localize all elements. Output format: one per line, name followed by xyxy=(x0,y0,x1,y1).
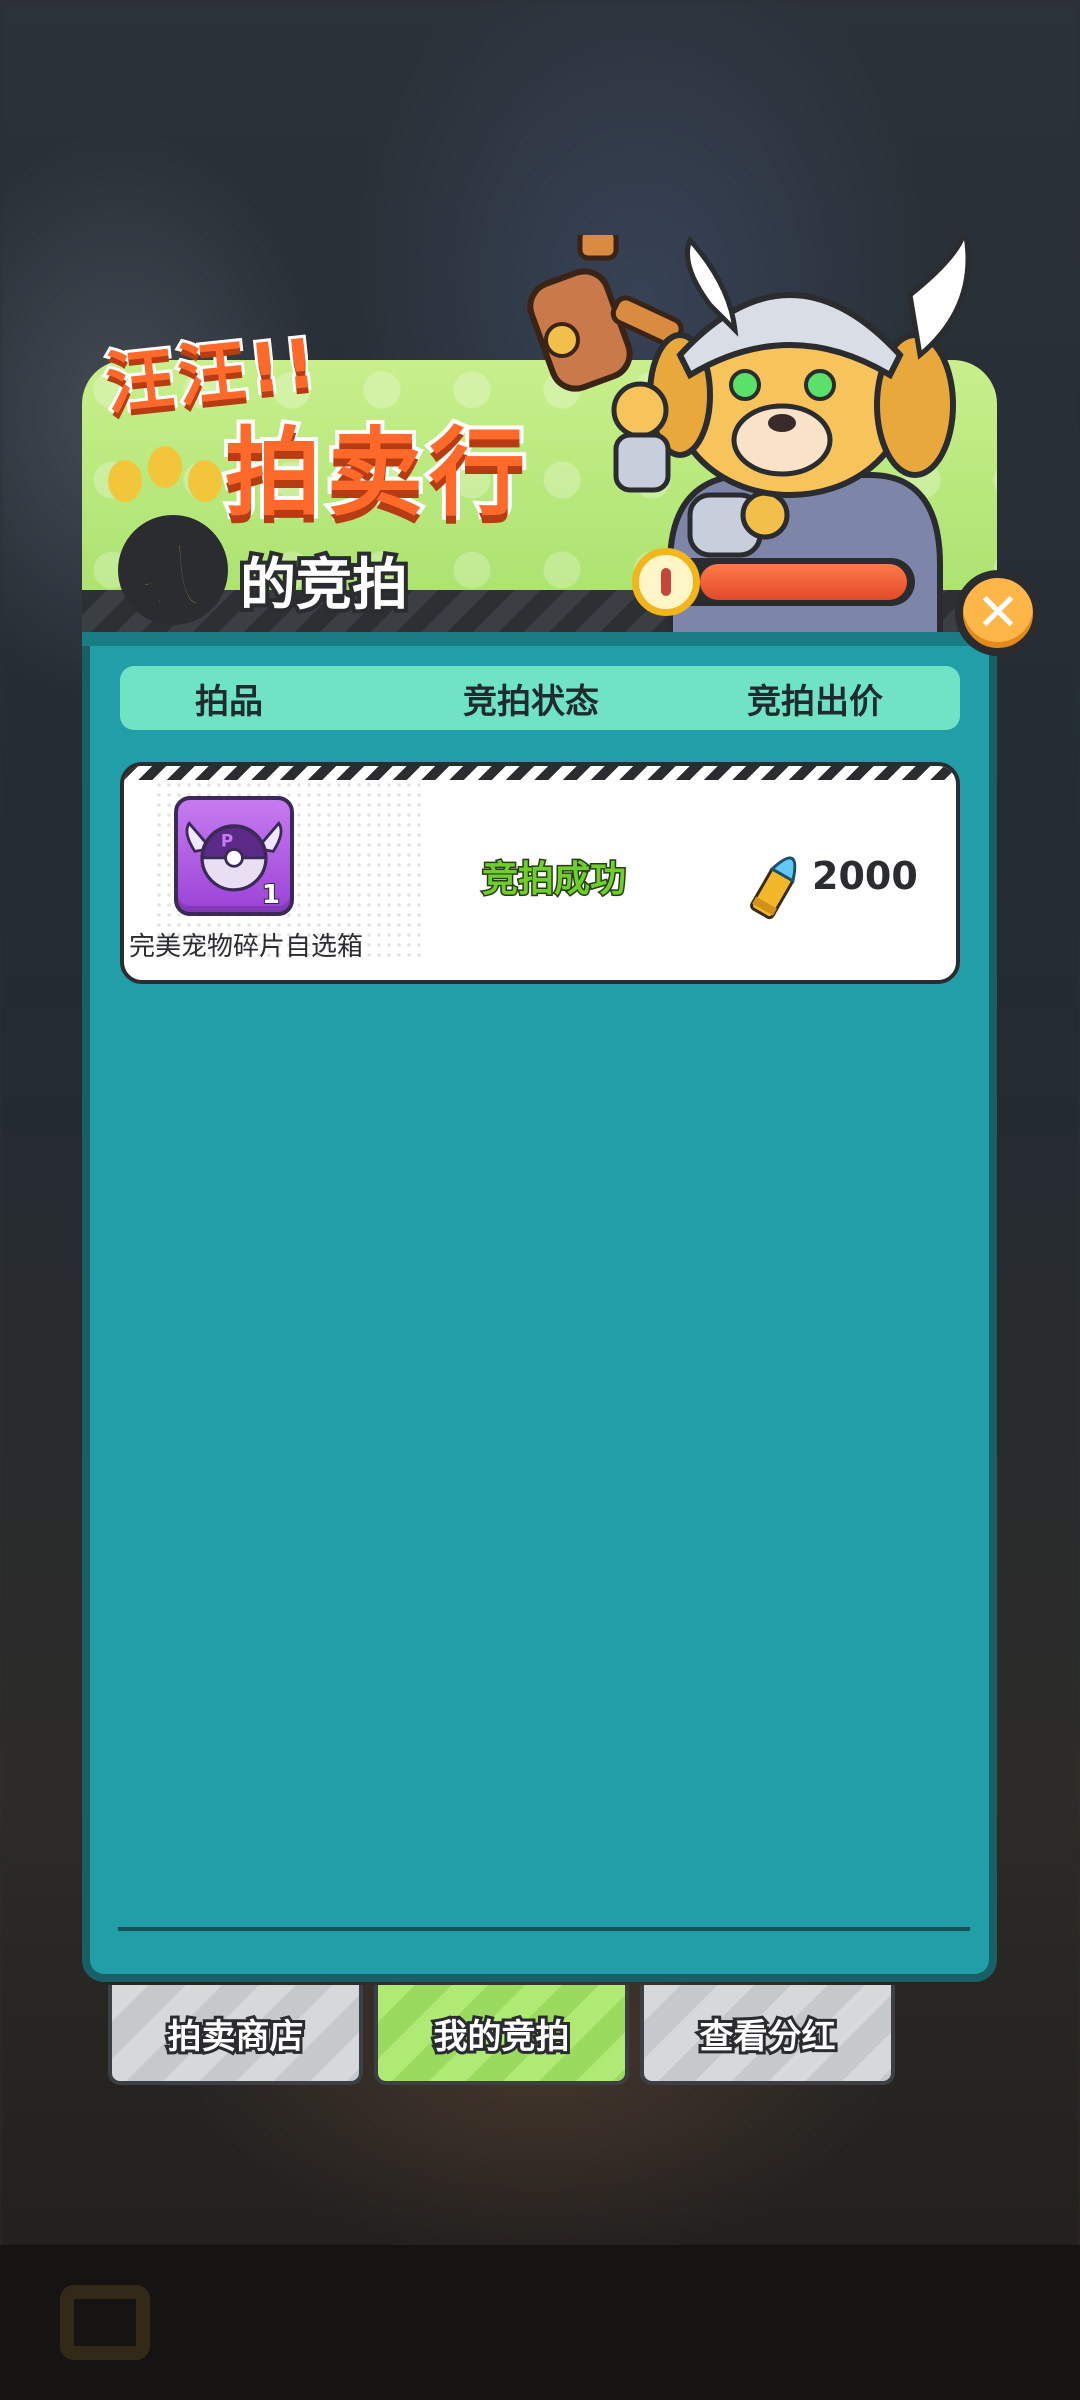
list-bottom-divider xyxy=(118,1927,970,1931)
title-auction-house: 拍卖行 xyxy=(221,413,531,533)
close-icon: ✕ xyxy=(976,583,1020,643)
tab-view-dividends[interactable]: 查看分红 xyxy=(640,1985,895,2085)
keyhole-icon xyxy=(632,548,700,616)
svg-text:P: P xyxy=(221,831,233,851)
column-header-status: 竞拍状态 xyxy=(463,681,599,722)
column-header-bid: 竞拍出价 xyxy=(747,681,883,722)
progress-bar-fill xyxy=(700,564,907,600)
column-header-item: 拍品 xyxy=(195,681,263,722)
pet-shard-box-icon[interactable]: P 1 xyxy=(174,796,294,916)
bullet-icon xyxy=(750,856,797,920)
page-subtitle: 的竞拍 xyxy=(236,549,412,622)
me-badge: 我 xyxy=(118,515,228,625)
table-row[interactable]: P 1 完美宠物碎片自选箱 竞拍成功 2000 xyxy=(120,762,960,984)
bid-status: 竞拍成功 xyxy=(480,858,627,902)
item-quantity: 1 xyxy=(261,879,281,911)
tab-auction-shop[interactable]: 拍卖商店 xyxy=(108,1985,363,2085)
item-name: 完美宠物碎片自选箱 xyxy=(128,932,363,962)
me-badge-label: 我 xyxy=(137,536,208,618)
tab-my-bids[interactable]: 我的竞拍 xyxy=(374,1985,629,2085)
bid-price: 2000 xyxy=(812,854,918,898)
panel-top-edge xyxy=(82,632,997,646)
close-button[interactable]: ✕ xyxy=(955,570,1041,656)
row-top-stripe xyxy=(124,766,956,780)
table-header: 拍品 竞拍状态 竞拍出价 xyxy=(120,666,960,730)
